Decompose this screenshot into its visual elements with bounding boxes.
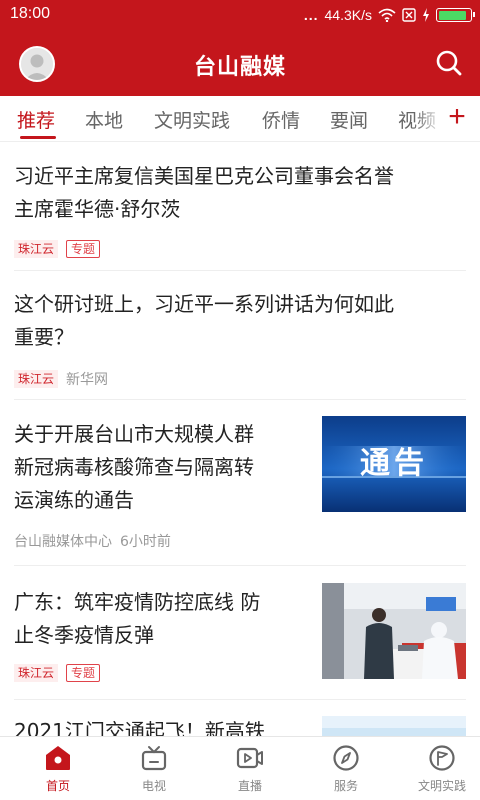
live-video-icon bbox=[236, 744, 264, 772]
nav-label: 直播 bbox=[237, 779, 262, 793]
tab-civilization-practice[interactable]: 文明实践 bbox=[154, 106, 230, 133]
tab-headlines[interactable]: 要闻 bbox=[330, 106, 368, 133]
news-title-line: 习近平主席复信美国星巴克公司董事会名誉 bbox=[14, 164, 394, 188]
news-title-line: 广东：筑牢疫情防控底线 防 bbox=[14, 590, 261, 614]
nav-civilization-practice[interactable]: 文明实践 bbox=[394, 737, 480, 800]
tv-icon bbox=[140, 744, 168, 772]
status-time: 18:00 bbox=[10, 5, 51, 22]
battery-icon bbox=[436, 8, 475, 22]
tab-overseas-chinese[interactable]: 侨情 bbox=[262, 106, 300, 133]
nav-label: 文明实践 bbox=[417, 779, 466, 793]
topic-tag[interactable]: 专题 bbox=[66, 240, 101, 258]
search-icon[interactable] bbox=[434, 48, 464, 78]
active-tab-indicator bbox=[20, 136, 56, 139]
news-title-line: 这个研讨班上，习近平一系列讲话为何如此 bbox=[14, 292, 394, 316]
news-title: 关于开展台山市大规模人群 新冠病毒核酸筛查与隔离转 运演练的通告 bbox=[14, 418, 254, 517]
battery-level bbox=[438, 10, 467, 20]
news-title: 这个研讨班上，习近平一系列讲话为何如此 重要？ bbox=[14, 288, 394, 354]
source-name: 新华网 bbox=[66, 372, 109, 388]
add-channel-button[interactable]: + bbox=[444, 102, 470, 132]
news-title-line: 关于开展台山市大规模人群 bbox=[14, 422, 254, 446]
news-title-line: 止冬季疫情反弹 bbox=[14, 623, 154, 647]
news-title-line: 重要？ bbox=[14, 325, 74, 349]
nav-label: 首页 bbox=[45, 779, 70, 793]
status-indicators: ... 44.3K/s bbox=[303, 4, 475, 26]
news-title-line: 2021江门交通起飞！新高铁 bbox=[14, 719, 265, 736]
charging-icon bbox=[422, 8, 430, 22]
app-header: 台山融媒 bbox=[0, 30, 480, 96]
nav-home[interactable]: 首页 bbox=[10, 737, 106, 800]
news-title-line: 运演练的通告 bbox=[14, 488, 134, 512]
app-title: 台山融媒 bbox=[193, 55, 286, 80]
source-tag: 珠江云 bbox=[14, 240, 59, 258]
tabs-fade bbox=[414, 96, 444, 140]
compass-icon bbox=[332, 744, 360, 772]
status-bar: 18:00 ... 44.3K/s bbox=[0, 0, 480, 30]
publish-time: 6小时前 bbox=[120, 534, 171, 550]
status-dots: ... bbox=[303, 7, 319, 23]
news-title: 习近平主席复信美国星巴克公司董事会名誉 主席霍华德·舒尔茨 bbox=[14, 160, 394, 226]
source-tag: 珠江云 bbox=[14, 664, 59, 682]
news-title-line: 主席霍华德·舒尔茨 bbox=[14, 197, 181, 221]
news-item[interactable]: 习近平主席复信美国星巴克公司董事会名誉 主席霍华德·舒尔茨 珠江云 专题 bbox=[0, 142, 480, 271]
news-thumbnail: 通告 bbox=[322, 416, 466, 512]
source-tag: 珠江云 bbox=[14, 370, 59, 388]
bottom-navigation: 首页 电视 直播 服务 文明实践 bbox=[0, 736, 480, 800]
tab-recommend[interactable]: 推荐 bbox=[17, 106, 55, 133]
news-title-line: 新冠病毒核酸筛查与隔离转 bbox=[14, 455, 254, 479]
news-meta: 珠江云 专题 bbox=[14, 664, 101, 682]
nav-tv[interactable]: 电视 bbox=[106, 737, 202, 800]
news-meta: 珠江云 新华网 bbox=[14, 369, 108, 389]
news-meta: 珠江云 专题 bbox=[14, 240, 101, 258]
epidemic-photo-icon bbox=[322, 583, 466, 679]
news-item[interactable]: 这个研讨班上，习近平一系列讲话为何如此 重要？ 珠江云 新华网 bbox=[0, 271, 480, 400]
tab-local[interactable]: 本地 bbox=[85, 106, 123, 133]
news-title: 广东：筑牢疫情防控底线 防 止冬季疫情反弹 bbox=[14, 586, 260, 652]
news-thumbnail bbox=[322, 583, 466, 679]
topic-tag[interactable]: 专题 bbox=[66, 664, 101, 682]
news-item[interactable]: 广东：筑牢疫情防控底线 防 止冬季疫情反弹 珠江云 专题 bbox=[0, 566, 480, 700]
flag-icon bbox=[428, 744, 456, 772]
news-meta: 台山融媒体中心 6小时前 bbox=[14, 531, 171, 551]
nav-live[interactable]: 直播 bbox=[202, 737, 298, 800]
news-thumbnail bbox=[322, 716, 466, 736]
channel-tabs: 推荐 本地 文明实践 侨情 要闻 视频 + bbox=[0, 96, 480, 142]
wifi-icon bbox=[378, 8, 396, 22]
news-item[interactable]: 2021江门交通起飞！新高铁 bbox=[0, 700, 480, 736]
news-item[interactable]: 关于开展台山市大规模人群 新冠病毒核酸筛查与隔离转 运演练的通告 通告 台山融媒… bbox=[0, 400, 480, 566]
news-feed: 习近平主席复信美国星巴克公司董事会名誉 主席霍华德·舒尔茨 珠江云 专题 这个研… bbox=[0, 142, 480, 736]
source-name: 台山融媒体中心 bbox=[14, 534, 112, 550]
nav-services[interactable]: 服务 bbox=[298, 737, 394, 800]
nav-label: 服务 bbox=[333, 779, 358, 793]
home-icon bbox=[44, 744, 72, 772]
net-speed: 44.3K/s bbox=[324, 7, 372, 23]
thumbnail-caption: 通告 bbox=[360, 446, 428, 481]
sim-icon bbox=[402, 8, 416, 22]
nav-label: 电视 bbox=[141, 779, 166, 793]
news-title: 2021江门交通起飞！新高铁 bbox=[14, 715, 265, 736]
